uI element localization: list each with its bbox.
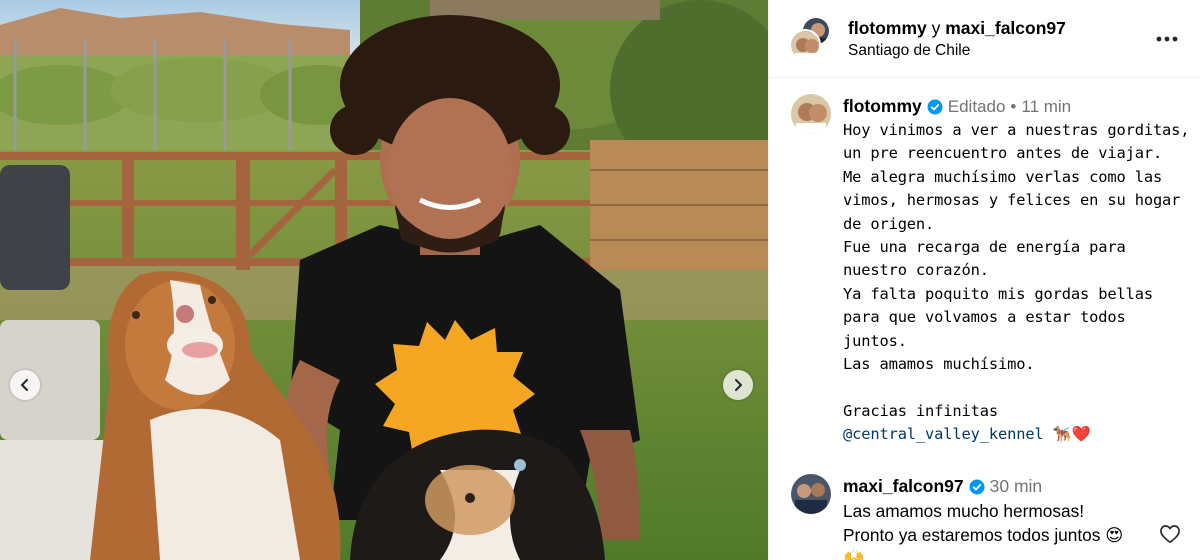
comment-username[interactable]: maxi_falcon97 [843,476,964,497]
comment-line: Las amamos mucho hermosas! [843,501,1085,521]
caption-header: flotommy Editado • 11 min [843,96,1071,117]
location-link[interactable]: Santiago de Chile [848,42,970,60]
comment-line: 🙌 [843,548,865,560]
caption-emoji: 🐕‍🦺❤️ [1052,425,1091,444]
chevron-right-icon [735,379,742,391]
header-user-2[interactable]: maxi_falcon97 [945,18,1066,38]
more-options-button[interactable] [1155,27,1179,51]
more-options-icon [1156,36,1178,42]
comment-header: maxi_falcon97 30 min [843,476,1042,497]
avatar[interactable] [789,29,821,61]
mention-link[interactable]: @central_valley_kennel [843,425,1044,443]
verified-badge-icon [969,479,985,494]
caption-username[interactable]: flotommy [843,96,922,117]
previous-photo-button[interactable] [10,370,40,400]
caption-text: Hoy vinimos a ver a nuestras gorditas, u… [843,119,1193,447]
comment-text: Las amamos mucho hermosas! Pronto ya est… [843,500,1163,560]
verified-badge-icon [927,99,943,114]
comment-line: Pronto ya estaremos todos juntos 😍 [843,524,1124,545]
avatar[interactable] [791,94,831,134]
next-photo-button[interactable] [723,370,753,400]
caption-lines: Hoy vinimos a ver a nuestras gorditas, u… [843,121,1190,420]
post-header: flotommy y maxi_falcon97 Santiago de Chi… [769,0,1200,78]
header-usernames: flotommy y maxi_falcon97 [848,18,1066,39]
collab-avatars[interactable] [789,16,835,62]
post-side-panel: flotommy y maxi_falcon97 Santiago de Chi… [768,0,1200,560]
chevron-left-icon [21,379,28,391]
meta-separator: • [1010,96,1017,116]
like-comment-button[interactable] [1159,524,1181,546]
comment-timestamp[interactable]: 30 min [990,476,1043,497]
edited-label: Editado [947,96,1006,116]
avatar[interactable] [791,474,831,514]
photo-scene [0,0,768,560]
post-photo[interactable] [0,0,768,560]
heart-icon [1160,525,1180,543]
header-user-1[interactable]: flotommy [848,18,927,38]
header-and-text: y [931,18,941,38]
caption-timestamp[interactable]: 11 min [1021,97,1071,117]
